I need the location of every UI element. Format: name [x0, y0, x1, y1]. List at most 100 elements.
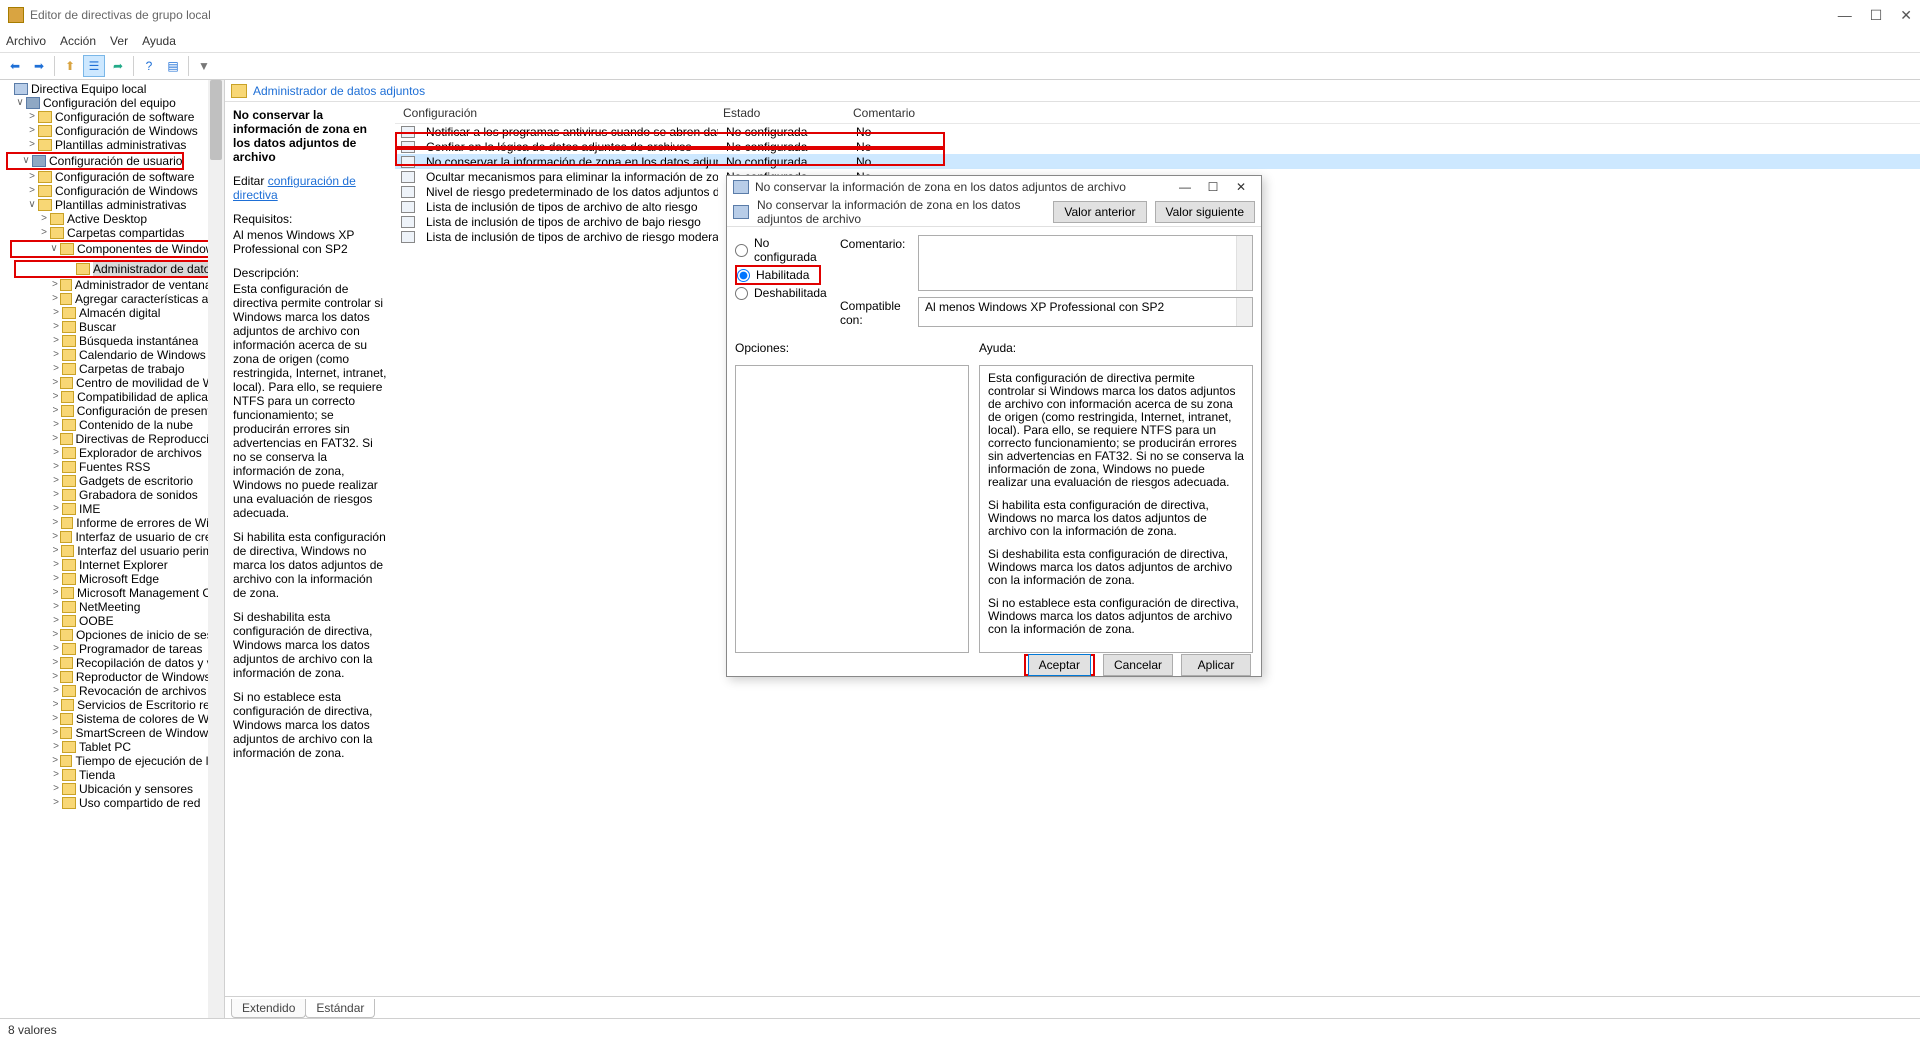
expand-icon[interactable]: ∨: [20, 154, 32, 168]
policy-row[interactable]: Confiar en la lógica de datos adjuntos d…: [395, 139, 1920, 154]
tree-node[interactable]: > Interfaz del usuario perimetral: [2, 544, 224, 558]
tree-node[interactable]: > Reproductor de Windows Media: [2, 670, 224, 684]
tree-node[interactable]: > Tienda: [2, 768, 224, 782]
minimize-icon[interactable]: —: [1838, 7, 1852, 24]
expand-icon[interactable]: >: [50, 642, 62, 656]
tree-node[interactable]: ∨ Plantillas administrativas: [2, 198, 224, 212]
tab-extendido[interactable]: Extendido: [231, 999, 306, 1018]
expand-icon[interactable]: >: [50, 306, 62, 320]
expand-icon[interactable]: >: [50, 488, 62, 502]
tree-node[interactable]: > NetMeeting: [2, 600, 224, 614]
expand-icon[interactable]: >: [50, 474, 62, 488]
expand-icon[interactable]: >: [50, 796, 62, 810]
tab-estandar[interactable]: Estándar: [305, 999, 375, 1018]
expand-icon[interactable]: >: [50, 600, 62, 614]
expand-icon[interactable]: >: [50, 726, 60, 740]
tree-node[interactable]: > Configuración de software: [2, 110, 224, 124]
tree-node[interactable]: > Configuración de presentación: [2, 404, 224, 418]
expand-icon[interactable]: >: [50, 782, 62, 796]
expand-icon[interactable]: >: [38, 212, 50, 226]
expand-icon[interactable]: >: [50, 334, 62, 348]
expand-icon[interactable]: >: [50, 628, 60, 642]
expand-icon[interactable]: >: [50, 572, 62, 586]
tree-node[interactable]: > Tablet PC: [2, 740, 224, 754]
tree-node[interactable]: > Carpetas compartidas: [2, 226, 224, 240]
col-configuracion[interactable]: Configuración: [395, 106, 715, 120]
tree-node[interactable]: > Administrador de ventanas de esc: [2, 278, 224, 292]
expand-icon[interactable]: >: [50, 544, 61, 558]
expand-icon[interactable]: >: [38, 226, 50, 240]
up-icon[interactable]: ⬆: [59, 55, 81, 77]
radio-disabled[interactable]: Deshabilitada: [735, 285, 830, 301]
tree-node[interactable]: > Compatibilidad de aplicacione: [2, 390, 224, 404]
tree-node[interactable]: Directiva Equipo local: [2, 82, 224, 96]
radio-not-configured[interactable]: No configurada: [735, 235, 830, 265]
menu-ayuda[interactable]: Ayuda: [142, 34, 176, 48]
expand-icon[interactable]: >: [50, 362, 62, 376]
expand-icon[interactable]: >: [50, 502, 62, 516]
tree-node[interactable]: > Revocación de archivos: [2, 684, 224, 698]
col-comentario[interactable]: Comentario: [845, 106, 945, 120]
expand-icon[interactable]: >: [26, 110, 38, 124]
tree-node[interactable]: > Búsqueda instantánea: [2, 334, 224, 348]
expand-icon[interactable]: ∨: [14, 96, 26, 110]
expand-icon[interactable]: >: [50, 768, 62, 782]
expand-icon[interactable]: >: [50, 530, 60, 544]
expand-icon[interactable]: >: [50, 558, 62, 572]
tree-node[interactable]: > Carpetas de trabajo: [2, 362, 224, 376]
expand-icon[interactable]: >: [26, 124, 38, 138]
tree-node[interactable]: ∨ Componentes de Windows: [12, 242, 220, 256]
tree-node[interactable]: > Opciones de inicio de sesión de: [2, 628, 224, 642]
expand-icon[interactable]: >: [50, 418, 62, 432]
tree-node[interactable]: > Microsoft Management Conso: [2, 586, 224, 600]
expand-icon[interactable]: >: [50, 446, 62, 460]
expand-icon[interactable]: >: [50, 740, 62, 754]
expand-icon[interactable]: >: [50, 432, 60, 446]
tree-node[interactable]: ∨ Configuración del equipo: [2, 96, 224, 110]
expand-icon[interactable]: >: [50, 684, 62, 698]
tree-node[interactable]: > Uso compartido de red: [2, 796, 224, 810]
tree-node[interactable]: > Tiempo de ejecución de la aplica: [2, 754, 224, 768]
expand-icon[interactable]: >: [50, 712, 60, 726]
tree-node[interactable]: > Active Desktop: [2, 212, 224, 226]
scrollbar[interactable]: [1236, 298, 1252, 326]
tree-node[interactable]: > Internet Explorer: [2, 558, 224, 572]
expand-icon[interactable]: >: [50, 376, 60, 390]
tree-node[interactable]: > Sistema de colores de Windows: [2, 712, 224, 726]
next-setting-button[interactable]: Valor siguiente: [1155, 201, 1256, 223]
expand-icon[interactable]: >: [50, 754, 60, 768]
tree-node[interactable]: > Calendario de Windows: [2, 348, 224, 362]
back-icon[interactable]: ⬅: [4, 55, 26, 77]
scrollbar[interactable]: [208, 80, 224, 1018]
close-icon[interactable]: ✕: [1900, 7, 1912, 24]
tree-node[interactable]: > Interfaz de usuario de credencial: [2, 530, 224, 544]
tree-node[interactable]: > Contenido de la nube: [2, 418, 224, 432]
tree-node[interactable]: > Ubicación y sensores: [2, 782, 224, 796]
expand-icon[interactable]: ∨: [48, 242, 60, 256]
forward-icon[interactable]: ➡: [28, 55, 50, 77]
ok-button[interactable]: Aceptar: [1028, 654, 1091, 676]
expand-icon[interactable]: >: [50, 292, 60, 306]
expand-icon[interactable]: >: [50, 586, 61, 600]
apply-button[interactable]: Aplicar: [1181, 654, 1251, 676]
radio-enabled[interactable]: Habilitada: [737, 267, 809, 283]
tree-node[interactable]: > Informe de errores de Windows: [2, 516, 224, 530]
maximize-icon[interactable]: ☐: [1870, 7, 1883, 24]
dialog-maximize-icon[interactable]: ☐: [1199, 176, 1227, 198]
tree-node[interactable]: ∨ Configuración de usuario: [8, 154, 182, 168]
dialog-minimize-icon[interactable]: —: [1171, 176, 1199, 198]
menu-ver[interactable]: Ver: [110, 34, 128, 48]
expand-icon[interactable]: >: [26, 138, 38, 152]
properties-icon[interactable]: ▤: [162, 55, 184, 77]
tree-node[interactable]: > Microsoft Edge: [2, 572, 224, 586]
col-estado[interactable]: Estado: [715, 106, 845, 120]
expand-icon[interactable]: >: [50, 460, 62, 474]
tree-node[interactable]: > Grabadora de sonidos: [2, 488, 224, 502]
tree-node[interactable]: > Directivas de Reproducción auto: [2, 432, 224, 446]
tree-node[interactable]: > Configuración de Windows: [2, 184, 224, 198]
expand-icon[interactable]: >: [50, 390, 61, 404]
tree-node[interactable]: > Plantillas administrativas: [2, 138, 224, 152]
tree-node[interactable]: > Servicios de Escritorio remoto: [2, 698, 224, 712]
tree-node[interactable]: > Programador de tareas: [2, 642, 224, 656]
scrollbar[interactable]: [1236, 236, 1252, 290]
